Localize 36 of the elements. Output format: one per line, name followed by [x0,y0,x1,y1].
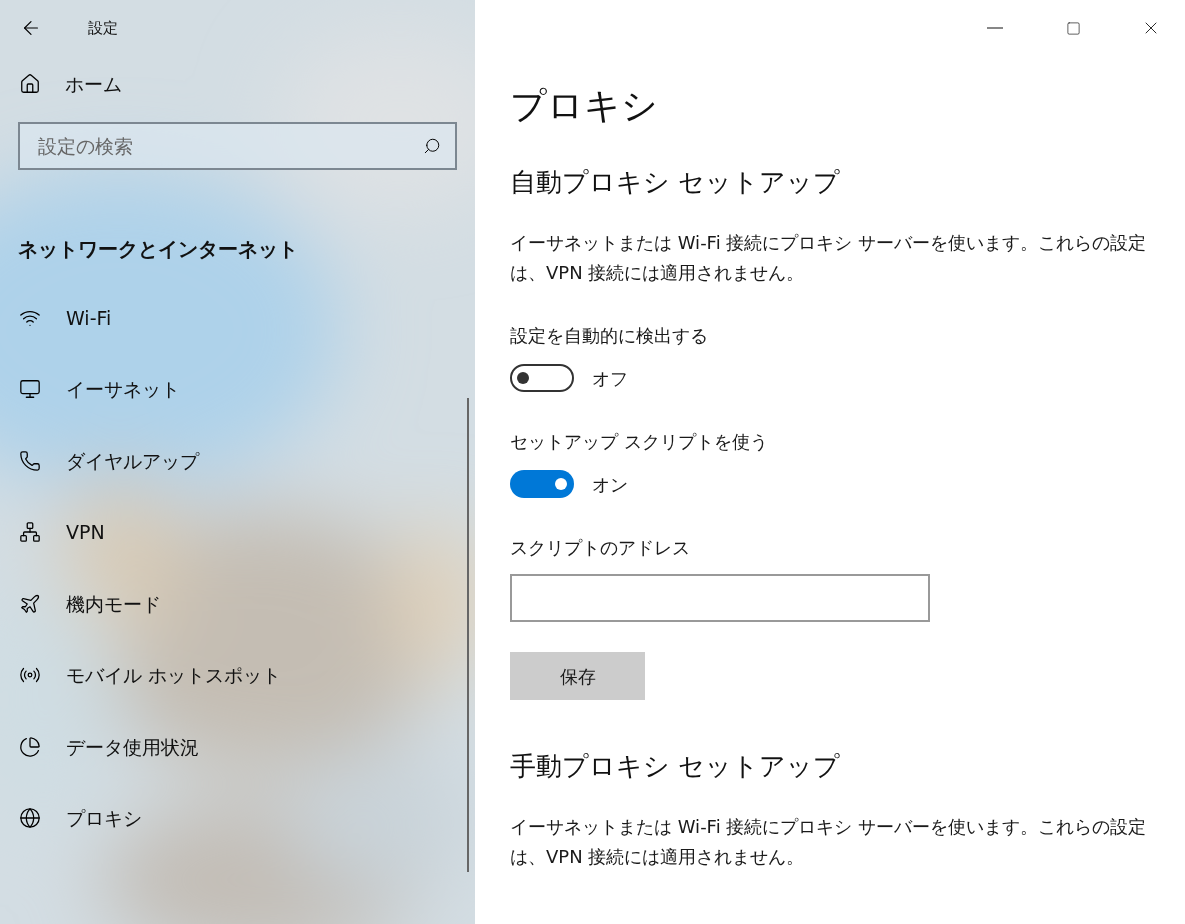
sidebar-item[interactable]: データ使用状況 [0,711,475,783]
field-label: スクリプトのアドレス [510,536,691,560]
sidebar-item[interactable]: 機内モード [0,568,475,640]
setting-label: 設定を自動的に検出する [510,324,708,348]
sidebar-item[interactable]: Wi-Fi [0,282,475,354]
search-icon [423,137,441,155]
section-title: 自動プロキシ セットアップ [510,166,841,199]
network-icon [19,521,41,544]
minimize-icon [987,27,1003,29]
section-heading: ネットワークとインターネット [17,236,299,263]
save-button[interactable]: 保存 [510,652,645,700]
toggle-state: オフ [592,366,628,391]
search-field[interactable]: 設定の検索 [18,122,457,170]
section-description: イーサネットまたは Wi-Fi 接続にプロキシ サーバーを使います。これらの設定は、VPN 接続には適用されません。 [510,231,1148,285]
home-link[interactable]: ホーム [65,69,122,99]
toggle-switch[interactable] [510,470,574,498]
section-description: イーサネットまたは Wi-Fi 接続にプロキシ サーバーを使います。これらの設定は、VPN 接続には適用されません。 [510,815,1148,869]
airplane-icon [19,592,41,615]
pie-chart-icon [19,735,41,758]
sidebar-item[interactable]: プロキシ [0,782,475,854]
toggle-switch[interactable] [510,364,574,392]
sidebar-item[interactable]: モバイル ホットスポット [0,639,475,711]
sidebar-item[interactable]: VPN [0,496,475,568]
setting-label: セットアップ スクリプトを使う [510,430,768,454]
page-title: プロキシ [510,84,659,128]
home-icon [19,73,41,95]
section-title: 手動プロキシ セットアップ [510,750,841,783]
monitor-icon [19,378,41,401]
globe-icon [19,807,41,830]
maximize-icon [1065,20,1081,36]
sidebar-item[interactable]: ダイヤルアップ [0,425,475,497]
window-title: 設定 [88,17,118,39]
sidebar-item[interactable]: イーサネット [0,353,475,425]
input-field[interactable] [510,574,930,622]
phone-icon [19,449,41,472]
toggle-state: オン [592,472,628,497]
